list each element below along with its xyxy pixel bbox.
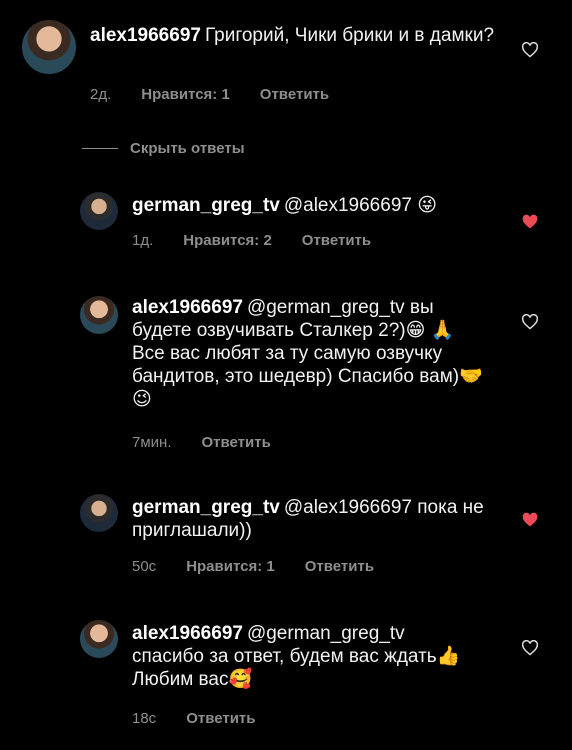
comment-text: german_greg_tv @alex1966697 😜 xyxy=(132,194,492,217)
comment-text: alex1966697 @german_greg_tv спасибо за от… xyxy=(132,622,472,691)
likes-count[interactable]: Нравится: 2 xyxy=(183,232,272,249)
comment-body: спасибо за ответ, будем вас ждать👍 Любим… xyxy=(132,646,461,690)
timestamp: 1д. xyxy=(132,232,154,249)
hide-replies-label[interactable]: Скрыть ответы xyxy=(130,140,245,157)
comment-body: 😜 xyxy=(417,195,438,216)
mention-link[interactable]: @german_greg_tv xyxy=(247,623,405,644)
mention-link[interactable]: @alex1966697 xyxy=(284,195,412,216)
reply-button[interactable]: Ответить xyxy=(260,86,329,103)
timestamp: 7мин. xyxy=(132,434,172,451)
heart-outline-icon[interactable] xyxy=(521,314,539,330)
reply-button[interactable]: Ответить xyxy=(202,434,271,451)
comment-meta: 18с Ответить xyxy=(132,710,286,727)
comment-text: alex1966697 Григорий, Чики брики и в дамк… xyxy=(90,24,500,47)
heart-outline-icon[interactable] xyxy=(521,640,539,656)
heart-filled-icon[interactable] xyxy=(521,214,539,230)
comment-meta: 7мин. Ответить xyxy=(132,434,301,451)
divider-line xyxy=(82,148,118,149)
reply-button[interactable]: Ответить xyxy=(186,710,255,727)
timestamp: 18с xyxy=(132,710,157,727)
username[interactable]: alex1966697 xyxy=(90,25,201,46)
avatar[interactable] xyxy=(80,494,118,532)
username[interactable]: alex1966697 xyxy=(132,297,243,318)
avatar[interactable] xyxy=(22,20,76,74)
comment-text: german_greg_tv @alex1966697 пока не пригл… xyxy=(132,496,492,542)
comment-meta: 50с Нравится: 1 Ответить xyxy=(132,558,404,575)
comment-body: Григорий, Чики брики и в дамки? xyxy=(204,25,495,46)
avatar[interactable] xyxy=(80,296,118,334)
mention-link[interactable]: @german_greg_tv xyxy=(247,297,405,318)
avatar[interactable] xyxy=(80,620,118,658)
avatar[interactable] xyxy=(80,192,118,230)
mention-link[interactable]: @alex1966697 xyxy=(284,497,412,518)
comment-text: alex1966697 @german_greg_tv вы будете озв… xyxy=(132,296,487,411)
timestamp: 2д. xyxy=(90,86,112,103)
reply-button[interactable]: Ответить xyxy=(305,558,374,575)
heart-filled-icon[interactable] xyxy=(521,512,539,528)
hide-replies-toggle[interactable]: Скрыть ответы xyxy=(82,140,245,157)
comment-meta: 1д. Нравится: 2 Ответить xyxy=(132,232,401,249)
likes-count[interactable]: Нравится: 1 xyxy=(186,558,275,575)
username[interactable]: alex1966697 xyxy=(132,623,243,644)
comment-meta: 2д. Нравится: 1 Ответить xyxy=(90,86,359,103)
username[interactable]: german_greg_tv xyxy=(132,497,280,518)
likes-count[interactable]: Нравится: 1 xyxy=(141,86,230,103)
heart-outline-icon[interactable] xyxy=(521,42,539,58)
timestamp: 50с xyxy=(132,558,157,575)
username[interactable]: german_greg_tv xyxy=(132,195,280,216)
reply-button[interactable]: Ответить xyxy=(302,232,371,249)
